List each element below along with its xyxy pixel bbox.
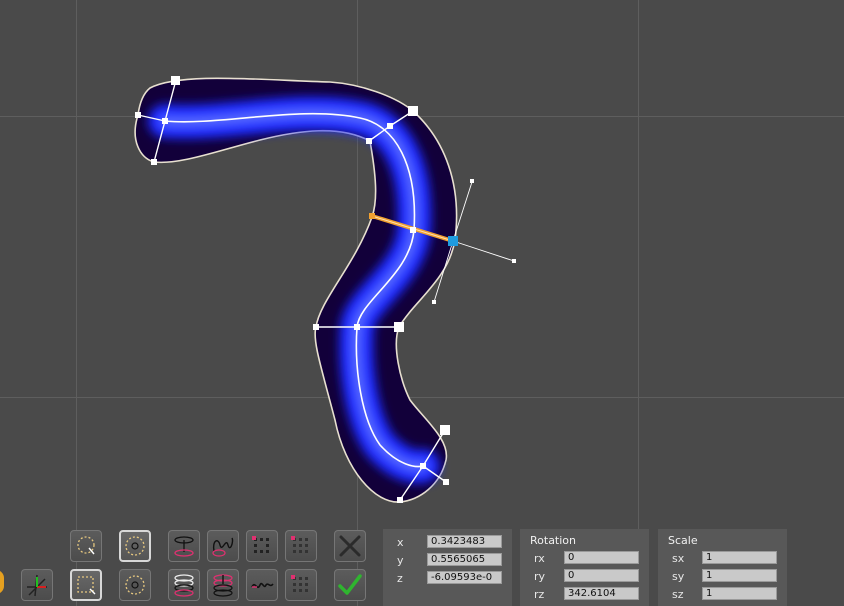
sy-label: sy: [672, 570, 685, 583]
z-field[interactable]: -6.09593e-0: [427, 571, 502, 584]
sy-field[interactable]: 1: [702, 569, 777, 582]
squiggle-icon: [251, 582, 274, 589]
rx-field[interactable]: 0: [564, 551, 639, 564]
scale-title: Scale: [668, 534, 698, 547]
rect-select-icon: [77, 576, 96, 595]
ring-icon: [174, 536, 194, 557]
rotation-panel: Rotation rx 0 ry 0 rz 342.6104: [520, 529, 649, 606]
x-label: x: [397, 536, 404, 549]
vertex-grid-button[interactable]: [246, 530, 278, 562]
control-point[interactable]: [397, 497, 403, 503]
control-point[interactable]: [171, 76, 180, 85]
control-point[interactable]: [313, 324, 319, 330]
pink-grid-b-icon: [291, 575, 308, 592]
tangent-handle[interactable]: [512, 259, 516, 263]
axis-gizmo-icon: [27, 574, 47, 597]
position-panel: x 0.3423483 y 0.5565065 z -6.09593e-0: [383, 529, 512, 606]
pink-grid-button[interactable]: [285, 530, 317, 562]
control-point[interactable]: [387, 123, 393, 129]
circle-select-button[interactable]: [119, 530, 151, 562]
x-field[interactable]: 0.3423483: [427, 535, 502, 548]
selected-point-blue[interactable]: [448, 236, 458, 246]
circle-edit-button[interactable]: [119, 569, 151, 601]
stacked-rings-button[interactable]: [168, 569, 200, 601]
ry-field[interactable]: 0: [564, 569, 639, 582]
spiral-icon: [212, 537, 234, 557]
dashed-circle-icon: [125, 575, 145, 595]
axis-gizmo-button[interactable]: [21, 569, 53, 601]
spiral-cross-button[interactable]: [207, 569, 239, 601]
control-point[interactable]: [443, 479, 449, 485]
y-label: y: [397, 554, 404, 567]
control-point[interactable]: [366, 138, 372, 144]
sx-label: sx: [672, 552, 685, 565]
spiral-cross-icon: [213, 574, 233, 597]
tangent-handle[interactable]: [470, 179, 474, 183]
vertex-grid-icon: [252, 536, 269, 553]
pink-grid-b-button[interactable]: [285, 569, 317, 601]
rz-label: rz: [534, 588, 545, 601]
tangent-handle[interactable]: [432, 300, 436, 304]
control-point[interactable]: [162, 118, 168, 124]
scale-panel: Scale sx 1 sy 1 sz 1: [658, 529, 787, 606]
circle-select-icon: [125, 536, 145, 556]
selected-point-orange[interactable]: [369, 213, 375, 219]
sz-label: sz: [672, 588, 684, 601]
stacked-rings-icon: [174, 574, 194, 597]
control-point[interactable]: [394, 322, 404, 332]
sx-field[interactable]: 1: [702, 551, 777, 564]
viewport-canvas[interactable]: [0, 0, 844, 606]
cancel-button[interactable]: [334, 530, 366, 562]
lasso-select-icon: [77, 536, 95, 555]
control-point[interactable]: [420, 463, 426, 469]
ry-label: ry: [534, 570, 546, 583]
control-point[interactable]: [135, 112, 141, 118]
control-point[interactable]: [410, 227, 416, 233]
control-point[interactable]: [408, 106, 418, 116]
control-point[interactable]: [440, 425, 450, 435]
lasso-select-button[interactable]: [70, 530, 102, 562]
confirm-icon: [338, 574, 362, 595]
squiggle-tool-button[interactable]: [246, 569, 278, 601]
pink-grid-icon: [291, 536, 308, 553]
y-field[interactable]: 0.5565065: [427, 553, 502, 566]
rect-select-button[interactable]: [70, 569, 102, 601]
spiral-tool-button[interactable]: [207, 530, 239, 562]
confirm-button[interactable]: [334, 569, 366, 601]
sz-field[interactable]: 1: [702, 587, 777, 600]
rz-field[interactable]: 342.6104: [564, 587, 639, 600]
cancel-icon: [339, 535, 361, 557]
control-point[interactable]: [151, 159, 157, 165]
ring-tool-button[interactable]: [168, 530, 200, 562]
rotation-title: Rotation: [530, 534, 577, 547]
z-label: z: [397, 572, 403, 585]
rx-label: rx: [534, 552, 545, 565]
control-point[interactable]: [354, 324, 360, 330]
